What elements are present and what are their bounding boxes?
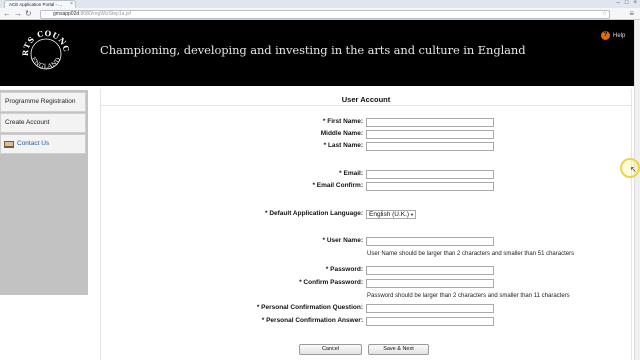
browser-toolbar: ← → ↻ ◌ gmsapp02d:8080/regWizStep1a.jsf … [0, 8, 640, 20]
envelope-icon [4, 141, 14, 148]
email-label: * Email: [339, 170, 363, 177]
sidebar-item-label[interactable]: Contact Us [17, 140, 49, 147]
middle-name-field[interactable] [366, 130, 494, 139]
save-next-button[interactable]: Save & Next [368, 344, 429, 355]
confirmation-answer-field[interactable] [366, 317, 494, 326]
window-controls: – □ × [617, 0, 637, 8]
last-name-label: * Last Name: [323, 142, 363, 149]
dropdown-arrow-icon: ▼ [410, 212, 414, 217]
minimize-button[interactable]: – [617, 0, 620, 8]
svg-text:ENGLAND: ENGLAND [29, 56, 62, 71]
tab-close-icon[interactable]: × [70, 1, 73, 8]
password-hint: Password should be larger than 2 charact… [367, 293, 570, 299]
first-name-label: * First Name: [322, 118, 363, 125]
confirm-password-field[interactable] [366, 279, 494, 288]
password-label: * Password: [325, 266, 363, 273]
confirm-password-label: * Confirm Password: [299, 279, 363, 286]
help-icon[interactable]: ? [601, 31, 610, 40]
browser-tab-strip: ACE Application Portal - ... × – □ × [0, 0, 640, 8]
language-label: * Default Application Language: [265, 210, 363, 217]
confirmation-question-label: * Personal Confirmation Question: [256, 304, 363, 311]
svg-text:ARTS COUNCIL: ARTS COUNCIL [20, 24, 71, 56]
browser-tab[interactable]: ACE Application Portal - ... × [4, 0, 76, 8]
help-label[interactable]: Help [613, 33, 625, 39]
user-name-label: * User Name: [322, 237, 363, 244]
last-name-field[interactable] [366, 142, 494, 151]
arts-council-logo[interactable]: ARTS COUNCIL ENGLAND [20, 24, 72, 82]
tab-title: ACE Application Portal - ... [9, 2, 63, 7]
page-info-icon[interactable]: ◌ [44, 11, 47, 18]
url-path: :8080/regWizStep1a.jsf [79, 10, 131, 17]
forward-arrow-icon[interactable]: → [14, 9, 22, 19]
email-field[interactable] [366, 170, 494, 179]
email-confirm-label: * Email Confirm: [312, 182, 363, 189]
maximize-button[interactable]: □ [625, 0, 629, 8]
bookmark-star-icon[interactable]: ☆ [602, 11, 607, 18]
reload-icon[interactable]: ↻ [25, 9, 32, 19]
user-name-hint: User Name should be larger than 2 charac… [367, 251, 575, 257]
page-scrollbar[interactable] [634, 20, 640, 360]
email-confirm-field[interactable] [366, 182, 494, 191]
middle-name-label: Middle Name: [320, 130, 363, 137]
first-name-field[interactable] [366, 118, 494, 127]
confirmation-answer-label: * Personal Confirmation Answer: [261, 317, 363, 324]
sidebar-item-programme-registration[interactable]: Programme Registration [0, 92, 86, 112]
password-field[interactable] [366, 266, 494, 275]
language-select[interactable]: English (U.K.) ▼ [366, 210, 416, 219]
back-arrow-icon[interactable]: ← [3, 9, 11, 19]
cancel-button[interactable]: Cancel [299, 344, 362, 355]
close-window-button[interactable]: × [633, 0, 637, 8]
sidebar-item-create-account[interactable]: Create Account [0, 113, 86, 133]
address-bar[interactable]: ◌ gmsapp02d:8080/regWizStep1a.jsf ☆ [40, 9, 610, 19]
browser-menu-icon[interactable]: ≡ [629, 9, 634, 19]
cursor-icon: ↖ [630, 165, 637, 174]
page-title: User Account [341, 95, 391, 104]
sidebar-item-contact-us[interactable]: Contact Us [0, 134, 86, 154]
confirmation-question-field[interactable] [366, 304, 494, 313]
banner-tagline: Championing, developing and investing in… [100, 43, 526, 57]
user-name-field[interactable] [366, 237, 494, 246]
help-link[interactable]: ? Help [601, 31, 625, 40]
language-value: English (U.K.) [369, 211, 410, 218]
url-host: gmsapp02d [53, 10, 80, 17]
